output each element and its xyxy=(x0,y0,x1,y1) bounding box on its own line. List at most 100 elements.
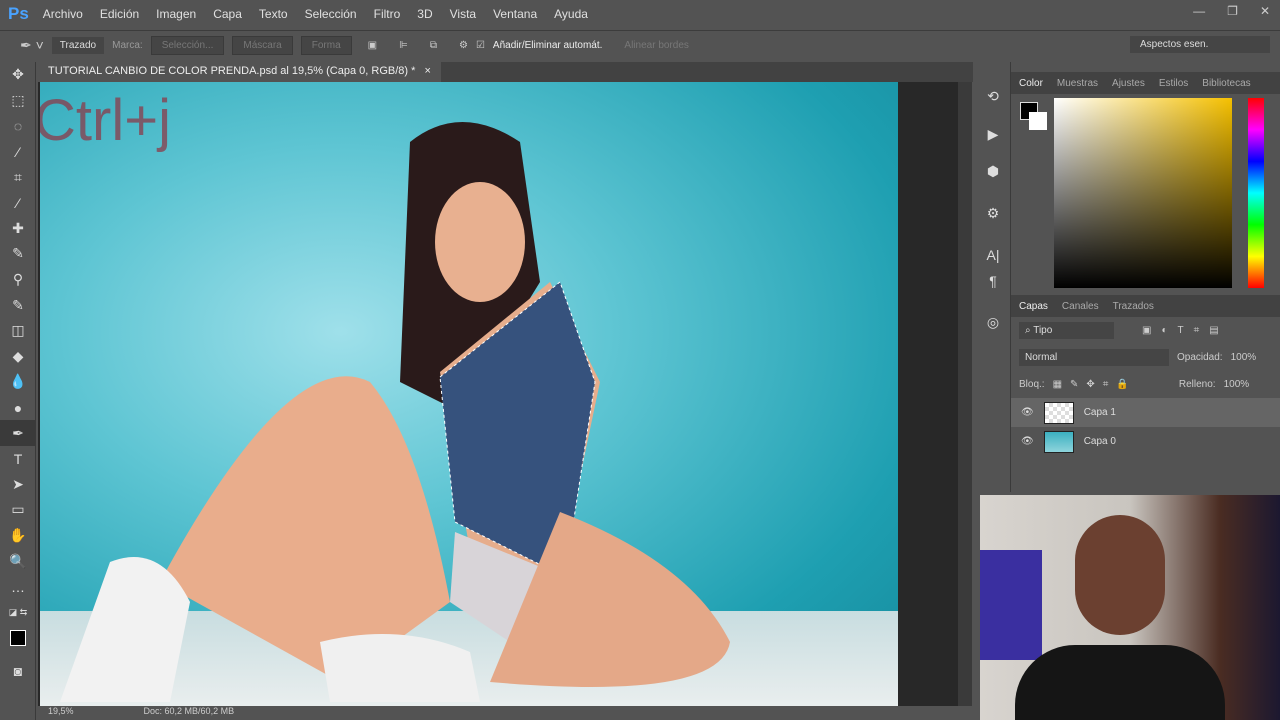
character-icon[interactable]: A| xyxy=(975,242,1011,268)
properties-icon[interactable]: ⚙ xyxy=(975,201,1011,227)
webcam-overlay xyxy=(980,495,1280,720)
shirt xyxy=(1015,645,1225,720)
layer-name[interactable]: Capa 1 xyxy=(1084,407,1116,418)
menu-texto[interactable]: Texto xyxy=(259,7,288,21)
healing-brush-icon[interactable]: ✚ xyxy=(0,216,36,242)
menu-capa[interactable]: Capa xyxy=(213,7,242,21)
tab-estilos[interactable]: Estilos xyxy=(1159,78,1188,89)
history-icon[interactable]: ⟲ xyxy=(975,84,1011,110)
status-bar: 19,5% Doc: 60,2 MB/60,2 MB xyxy=(38,706,973,720)
lock-label: Bloq.: xyxy=(1019,379,1045,390)
move-tool-icon[interactable]: ✥ xyxy=(0,62,36,88)
default-colors-icon[interactable]: ◪ ⇆ xyxy=(0,599,36,625)
auto-add-checkbox[interactable]: ☑ xyxy=(476,40,485,51)
restore-icon[interactable]: ❐ xyxy=(1227,4,1238,18)
options-bar: ✒ ˅ Trazado Marca: Selección... Máscara … xyxy=(0,30,1280,60)
path-arrange-icon[interactable]: ⧉ xyxy=(430,40,437,51)
lock-icons[interactable]: ▦✎✥⌗🔒 xyxy=(1053,379,1137,390)
layers-panel: Capas Canales Trazados ⌕ Tipo ▣◐T⌗▤ Normal O… xyxy=(1011,295,1280,493)
tab-trazados[interactable]: Trazados xyxy=(1113,301,1154,312)
pen-tool-icon[interactable]: ✒ ˅ xyxy=(20,37,44,54)
dodge-tool-icon[interactable]: ● xyxy=(0,395,36,421)
layer-row[interactable]: 👁 Capa 0 xyxy=(1011,427,1280,456)
color-field[interactable] xyxy=(1054,98,1232,288)
eye-icon[interactable]: 👁 xyxy=(1021,407,1034,418)
magic-wand-icon[interactable]: ⁄ xyxy=(0,139,36,165)
path-align-icon[interactable]: ⊫ xyxy=(399,40,408,51)
gear-icon[interactable]: ⚙ xyxy=(459,40,468,51)
close-tab-icon[interactable]: × xyxy=(424,65,430,77)
opacity-value[interactable]: 100% xyxy=(1231,352,1257,363)
bg-color-swatch[interactable] xyxy=(1029,112,1047,130)
tab-muestras[interactable]: Muestras xyxy=(1057,78,1098,89)
eraser-icon[interactable]: ◫ xyxy=(0,318,36,344)
zoom-tool-icon[interactable]: 🔍 xyxy=(0,548,36,574)
menu-vista[interactable]: Vista xyxy=(450,7,476,21)
menu-seleccion[interactable]: Selección xyxy=(305,7,357,21)
tab-canales[interactable]: Canales xyxy=(1062,301,1099,312)
mode-select[interactable]: Trazado xyxy=(51,37,105,54)
bucket-icon[interactable]: ◆ xyxy=(0,344,36,370)
blend-mode-select[interactable]: Normal xyxy=(1019,349,1169,366)
menu-edicion[interactable]: Edición xyxy=(100,7,139,21)
eye-icon[interactable]: 👁 xyxy=(1021,436,1034,447)
zoom-level[interactable]: 19,5% xyxy=(48,706,74,720)
menu-3d[interactable]: 3D xyxy=(417,7,432,21)
history-brush-icon[interactable]: ✎ xyxy=(0,292,36,318)
seleccion-button[interactable]: Selección... xyxy=(150,36,225,55)
tab-capas[interactable]: Capas xyxy=(1019,301,1048,312)
document-image[interactable]: Ctrl+j xyxy=(40,82,898,706)
brush-settings-icon[interactable]: ◎ xyxy=(975,310,1011,336)
hue-slider[interactable] xyxy=(1248,98,1264,288)
align-edges-label[interactable]: Alinear bordes xyxy=(624,40,688,51)
filter-select[interactable]: ⌕ Tipo xyxy=(1019,322,1114,339)
quick-mask-icon[interactable]: ◙ xyxy=(0,659,36,685)
layer-row[interactable]: 👁 Capa 1 xyxy=(1011,398,1280,427)
document-tab[interactable]: TUTORIAL CANBIO DE COLOR PRENDA.psd al 1… xyxy=(38,62,441,82)
menu-ventana[interactable]: Ventana xyxy=(493,7,537,21)
marquee-tool-icon[interactable]: ⬚ xyxy=(0,88,36,114)
menu-archivo[interactable]: Archivo xyxy=(43,7,83,21)
vertical-scrollbar[interactable] xyxy=(958,82,972,706)
lasso-tool-icon[interactable]: ◌ xyxy=(0,113,36,139)
eyedropper-icon[interactable]: ⁄ xyxy=(0,190,36,216)
document-tab-title: TUTORIAL CANBIO DE COLOR PRENDA.psd al 1… xyxy=(48,65,416,77)
3d-icon[interactable]: ⬢ xyxy=(975,159,1011,185)
paragraph-icon[interactable]: ¶ xyxy=(975,268,1011,294)
menu-imagen[interactable]: Imagen xyxy=(156,7,196,21)
stamp-tool-icon[interactable]: ⚲ xyxy=(0,267,36,293)
rectangle-tool-icon[interactable]: ▭ xyxy=(0,497,36,523)
layer-thumbnail xyxy=(1043,401,1074,424)
fill-value[interactable]: 100% xyxy=(1224,379,1250,390)
forma-button[interactable]: Forma xyxy=(300,36,352,55)
menu-filtro[interactable]: Filtro xyxy=(374,7,401,21)
layer-name[interactable]: Capa 0 xyxy=(1084,436,1116,447)
canvas-area[interactable]: Ctrl+j xyxy=(38,82,958,706)
more-tools-icon[interactable]: … xyxy=(0,574,36,600)
person xyxy=(1075,515,1165,635)
mascara-button[interactable]: Máscara xyxy=(232,36,293,55)
tab-ajustes[interactable]: Ajustes xyxy=(1112,78,1145,89)
minimize-icon[interactable]: — xyxy=(1193,4,1205,18)
doc-size[interactable]: Doc: 60,2 MB/60,2 MB xyxy=(144,706,235,720)
workspace-select[interactable]: Aspectos esen. xyxy=(1130,36,1270,53)
foreground-color-swatch[interactable] xyxy=(0,625,36,651)
tab-color[interactable]: Color xyxy=(1019,78,1043,89)
menu-ayuda[interactable]: Ayuda xyxy=(554,7,588,21)
layer-thumbnail xyxy=(1043,430,1074,453)
brush-tool-icon[interactable]: ✎ xyxy=(0,241,36,267)
blur-tool-icon[interactable]: 💧 xyxy=(0,369,36,395)
close-icon[interactable]: ✕ xyxy=(1260,4,1270,18)
path-selection-icon[interactable]: ➤ xyxy=(0,472,36,498)
hand-tool-icon[interactable]: ✋ xyxy=(0,523,36,549)
path-ops-icon[interactable]: ▣ xyxy=(368,40,377,51)
filter-icons[interactable]: ▣◐T⌗▤ xyxy=(1142,325,1229,336)
auto-add-label: Añadir/Eliminar automát. xyxy=(492,40,603,51)
model-illustration xyxy=(60,122,730,702)
crop-tool-icon[interactable]: ⌗ xyxy=(0,164,36,190)
tab-bibliotecas[interactable]: Bibliotecas xyxy=(1202,78,1250,89)
color-panel: Color Muestras Ajustes Estilos Bibliotecas xyxy=(1011,72,1280,294)
actions-play-icon[interactable]: ▶ xyxy=(975,122,1011,148)
pen-tool-icon[interactable]: ✒ xyxy=(0,420,36,446)
type-tool-icon[interactable]: T xyxy=(0,446,36,472)
